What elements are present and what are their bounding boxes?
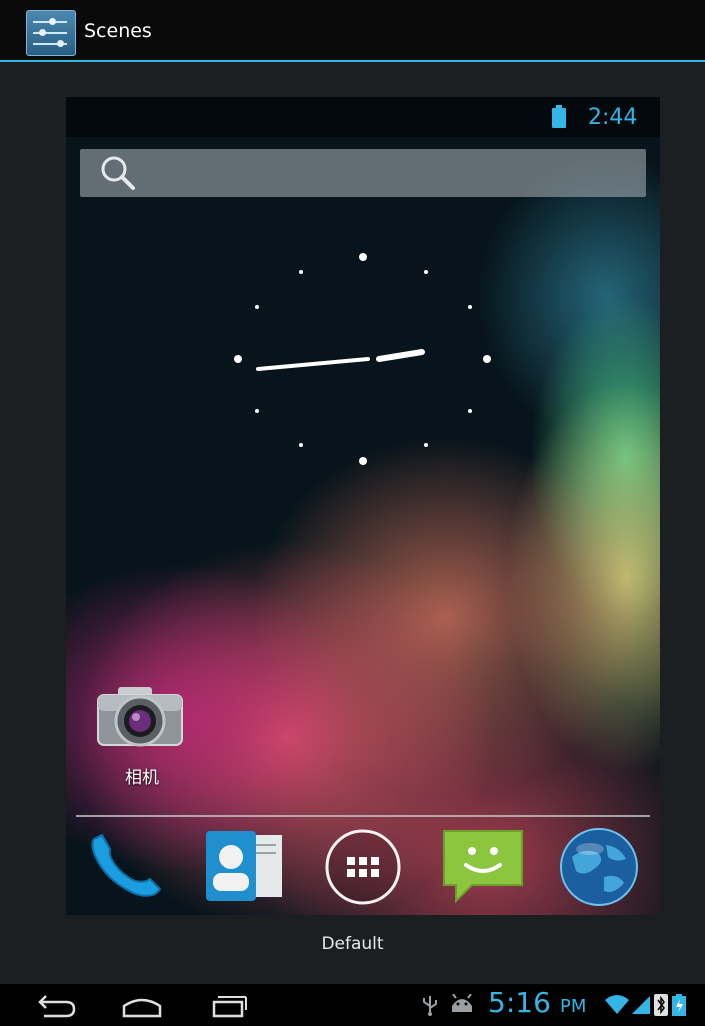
action-bar: Scenes [0,0,705,62]
scenes-sliders-icon[interactable] [26,10,76,56]
analog-clock-icon [234,253,491,465]
messaging-icon[interactable] [438,827,528,907]
signal-icon [632,996,650,1014]
system-bar: 5:16 PM [0,984,705,1026]
battery-icon [552,105,566,128]
preview-status-bar: 2:44 [66,97,660,137]
home-icon[interactable] [120,992,164,1020]
app-drawer-icon[interactable] [318,827,408,907]
dock-divider [76,815,650,817]
search-icon [101,156,135,190]
android-debug-icon [452,994,472,1012]
usb-icon [423,996,437,1016]
recent-apps-icon[interactable] [206,992,250,1020]
search-bar[interactable] [80,149,646,197]
preview-time: 2:44 [588,105,638,130]
back-icon[interactable] [34,992,78,1020]
scene-name: Default [321,934,384,954]
phone-icon[interactable] [80,827,170,907]
browser-globe-icon[interactable] [554,827,644,907]
app-title: Scenes [84,20,152,42]
system-ampm: PM [560,996,587,1017]
battery-icon [672,994,686,1016]
system-time: 5:16 [488,986,551,1019]
bluetooth-icon [654,994,668,1016]
camera-label: 相机 [125,768,159,788]
scene-preview[interactable]: 2:44 相机 [66,97,660,915]
wifi-icon [605,995,629,1014]
contacts-icon[interactable] [200,827,290,907]
